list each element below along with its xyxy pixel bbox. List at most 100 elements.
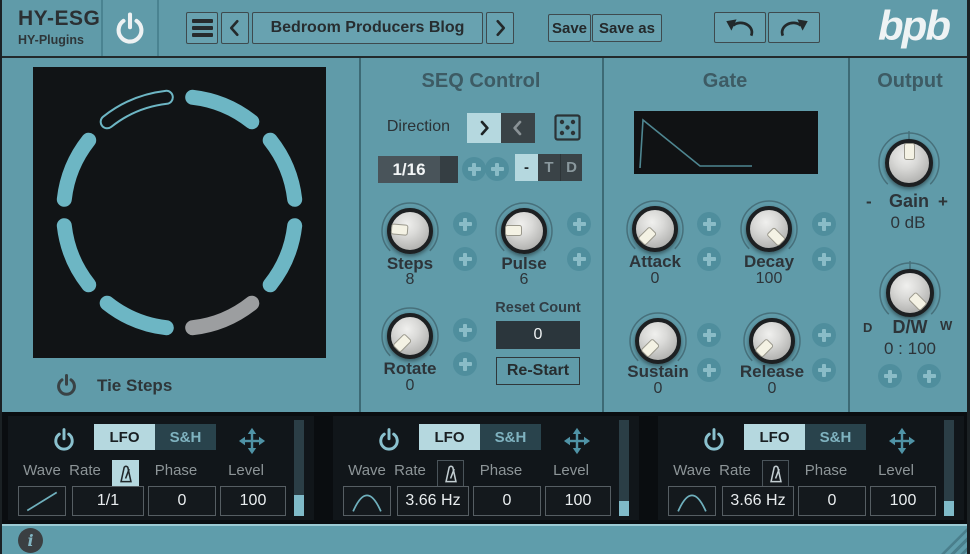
preset-name-field[interactable]: Bedroom Producers Blog <box>252 12 483 44</box>
sync-icon-box[interactable] <box>762 460 789 487</box>
modifier-normal[interactable]: - <box>515 154 538 181</box>
lfo-drag-handle[interactable] <box>238 427 266 455</box>
step-ring <box>33 67 326 358</box>
pulse-mod-plus-button-2[interactable] <box>567 247 591 271</box>
next-preset-button[interactable] <box>486 12 514 44</box>
wave-label: Wave <box>668 462 716 479</box>
rate-field[interactable]: 3.66 Hz <box>397 486 469 516</box>
tab-sample-hold[interactable]: S&H <box>805 424 866 450</box>
modifier-dotted[interactable]: D <box>560 154 582 181</box>
divider <box>101 0 103 56</box>
level-field[interactable]: 100 <box>545 486 611 516</box>
step-ring-display[interactable] <box>33 67 326 358</box>
tab-lfo[interactable]: LFO <box>744 424 805 450</box>
tie-steps-power-button[interactable] <box>54 373 79 398</box>
seq-rate-mod-plus-button-1[interactable] <box>462 157 486 181</box>
undo-button[interactable] <box>714 12 766 43</box>
prev-preset-button[interactable] <box>221 12 249 44</box>
attack-mod-plus-button-2[interactable] <box>697 247 721 271</box>
phase-field[interactable]: 0 <box>148 486 216 516</box>
tab-sample-hold[interactable]: S&H <box>480 424 541 450</box>
reset-count-field[interactable]: 0 <box>496 321 580 349</box>
level-label: Level <box>866 462 926 479</box>
modifier-triplet[interactable]: T <box>538 154 560 181</box>
level-label: Level <box>216 462 276 479</box>
lfo-strip: LFO S&H Wave Rate Phase Level <box>2 412 967 524</box>
release-mod-plus-button-2[interactable] <box>812 358 836 382</box>
phase-field[interactable]: 0 <box>473 486 541 516</box>
divider <box>157 0 159 56</box>
knob-pointer <box>767 227 787 247</box>
info-button[interactable]: i <box>18 528 43 553</box>
rate-label: Rate <box>710 462 760 479</box>
lfo-power-button[interactable] <box>701 427 727 453</box>
seq-rate-mod-plus-button-2[interactable] <box>485 157 509 181</box>
app-title: HY-ESG <box>18 7 100 31</box>
rate-field[interactable]: 3.66 Hz <box>722 486 794 516</box>
metronome-icon <box>117 464 135 484</box>
lfo-level-meter-fill <box>944 501 954 516</box>
wave-selector[interactable] <box>18 486 66 516</box>
tab-lfo[interactable]: LFO <box>419 424 480 450</box>
wave-selector[interactable] <box>668 486 716 516</box>
randomize-button[interactable] <box>554 114 581 141</box>
rate-field[interactable]: 1/1 <box>72 486 144 516</box>
save-as-button[interactable]: Save as <box>592 14 662 42</box>
note-modifier-switch[interactable]: - T D <box>515 154 582 181</box>
lfo-level-meter <box>619 420 629 516</box>
bypass-power-button[interactable] <box>111 9 149 49</box>
pulse-mod-plus-button-1[interactable] <box>567 212 591 236</box>
restart-button[interactable]: Re-Start <box>496 357 580 385</box>
output-mod-plus-button-1[interactable] <box>878 364 902 388</box>
phase-field[interactable]: 0 <box>798 486 866 516</box>
gain-knob[interactable] <box>875 129 943 197</box>
direction-backward-button[interactable] <box>501 113 535 143</box>
rotate-mod-plus-button-2[interactable] <box>453 352 477 376</box>
steps-mod-plus-button-1[interactable] <box>453 212 477 236</box>
wave-ramp-icon <box>20 488 64 514</box>
tab-sample-hold[interactable]: S&H <box>155 424 216 450</box>
direction-forward-button[interactable] <box>467 113 501 143</box>
sync-icon-box[interactable] <box>112 460 139 487</box>
resize-grip-icon[interactable] <box>941 528 967 554</box>
undo-icon <box>722 16 758 40</box>
lfo-drag-handle[interactable] <box>888 427 916 455</box>
main-panel: Tie Steps SEQ Control Direction 1/16 <box>2 58 967 412</box>
lfo-power-button[interactable] <box>376 427 402 453</box>
tab-lfo[interactable]: LFO <box>94 424 155 450</box>
attack-mod-plus-button-1[interactable] <box>697 212 721 236</box>
release-value: 0 <box>722 380 822 398</box>
lfo-power-button[interactable] <box>51 427 77 453</box>
decay-mod-plus-button-2[interactable] <box>812 247 836 271</box>
save-button[interactable]: Save <box>548 14 591 42</box>
level-field[interactable]: 100 <box>220 486 286 516</box>
reset-count-label: Reset Count <box>488 300 588 316</box>
knob-pointer <box>391 224 409 236</box>
lfo-level-meter <box>294 420 304 516</box>
phase-label: Phase <box>471 462 531 479</box>
knob-pointer <box>908 291 928 311</box>
gain-plus-label: + <box>938 192 948 212</box>
release-mod-plus-button-1[interactable] <box>812 323 836 347</box>
direction-label: Direction <box>372 118 450 136</box>
decay-mod-plus-button-1[interactable] <box>812 212 836 236</box>
wave-sine-icon <box>345 488 389 514</box>
level-field[interactable]: 100 <box>870 486 936 516</box>
power-icon <box>112 11 148 47</box>
lfo-drag-handle[interactable] <box>563 427 591 455</box>
rate-label: Rate <box>385 462 435 479</box>
power-icon <box>701 427 727 453</box>
preset-menu-button[interactable] <box>186 12 218 44</box>
seq-rate-field[interactable]: 1/16 <box>378 156 458 183</box>
seq-section-title: SEQ Control <box>360 70 602 93</box>
sync-icon-box[interactable] <box>437 460 464 487</box>
dry-wet-label: D/W <box>872 317 948 338</box>
sustain-mod-plus-button-2[interactable] <box>697 358 721 382</box>
sustain-mod-plus-button-1[interactable] <box>697 323 721 347</box>
wave-selector[interactable] <box>343 486 391 516</box>
rotate-mod-plus-button-1[interactable] <box>453 318 477 342</box>
output-mod-plus-button-2[interactable] <box>917 364 941 388</box>
seq-rate-endcap <box>440 156 458 183</box>
preset-name: Bedroom Producers Blog <box>271 19 465 37</box>
redo-button[interactable] <box>768 12 820 43</box>
